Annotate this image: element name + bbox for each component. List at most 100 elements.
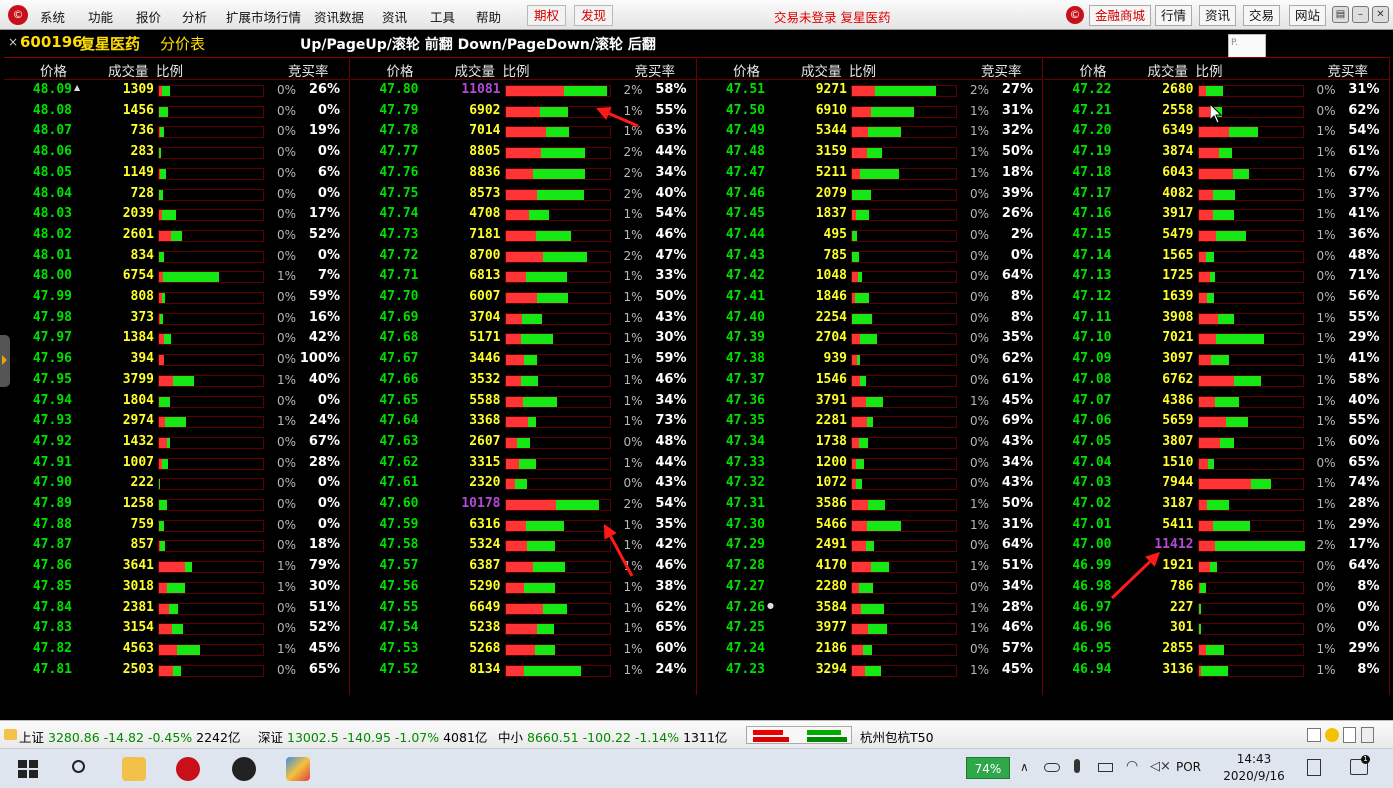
table-row[interactable]: 47.29 2491 0% 64% (697, 535, 1043, 555)
notes-icon[interactable] (1307, 759, 1321, 776)
table-row[interactable]: 47.83 3154 0% 52% (4, 618, 350, 638)
table-row[interactable]: 47.48 3159 1% 50% (697, 142, 1043, 162)
table-row[interactable]: 47.76 8836 2% 34% (351, 163, 697, 183)
table-row[interactable]: 47.20 6349 1% 54% (1044, 121, 1390, 141)
table-row[interactable]: 47.82 4563 1% 45% (4, 639, 350, 659)
table-row[interactable]: 47.18 6043 1% 67% (1044, 163, 1390, 183)
table-row[interactable]: 47.62 3315 1% 44% (351, 453, 697, 473)
menu-quote[interactable]: 报价 (136, 7, 161, 26)
table-row[interactable]: 47.08 6762 1% 58% (1044, 370, 1390, 390)
table-row[interactable]: 47.13 1725 0% 71% (1044, 266, 1390, 286)
table-row[interactable]: 47.55 6649 1% 62% (351, 598, 697, 618)
table-row[interactable]: 47.14 1565 0% 48% (1044, 246, 1390, 266)
table-row[interactable]: 47.11 3908 1% 55% (1044, 308, 1390, 328)
sme-index[interactable]: 中小 8660.51 -100.22 -1.14% 1311亿 (498, 727, 727, 746)
smile-icon[interactable] (1325, 728, 1339, 742)
table-row[interactable]: 47.40 2254 0% 8% (697, 308, 1043, 328)
cloud-icon[interactable] (1044, 763, 1060, 772)
website-button[interactable]: 网站 (1289, 5, 1327, 26)
table-row[interactable]: 47.36 3791 1% 45% (697, 391, 1043, 411)
table-row[interactable]: 47.65 5588 1% 34% (351, 391, 697, 411)
table-row[interactable]: 47.03 7944 1% 74% (1044, 473, 1390, 493)
table-row[interactable]: 47.27 2280 0% 34% (697, 577, 1043, 597)
table-row[interactable]: 47.42 1048 0% 64% (697, 266, 1043, 286)
system-clock[interactable]: 14:43 2020/9/16 (1214, 751, 1294, 785)
file-explorer-icon[interactable] (122, 757, 146, 781)
close-icon[interactable]: ✕ (1372, 6, 1389, 23)
table-row[interactable]: 48.02 2601 0% 52% (4, 225, 350, 245)
close-panel-icon[interactable]: × (8, 35, 18, 49)
notification-icon[interactable]: 1 (1350, 755, 1370, 775)
table-row[interactable]: 47.43 785 0% 0% (697, 246, 1043, 266)
table-row[interactable]: 47.66 3532 1% 46% (351, 370, 697, 390)
table-row[interactable]: 47.71 6813 1% 33% (351, 266, 697, 286)
table-row[interactable]: 47.26 ● 3584 1% 28% (697, 598, 1043, 618)
bid-rate-header[interactable]: 竞买率 (1328, 60, 1369, 80)
table-row[interactable]: 47.72 8700 2% 47% (351, 246, 697, 266)
ratio-header[interactable]: 比例 (503, 60, 530, 80)
table-row[interactable]: 47.89 1258 0% 0% (4, 494, 350, 514)
table-row[interactable]: 47.54 5238 1% 65% (351, 618, 697, 638)
sz-index[interactable]: 深证 13002.5 -140.95 -1.07% 4081亿 (258, 727, 487, 746)
table-row[interactable]: 47.73 7181 1% 46% (351, 225, 697, 245)
finance-mall-button[interactable]: 金融商城 (1089, 5, 1152, 26)
table-row[interactable]: 47.38 939 0% 62% (697, 349, 1043, 369)
volume-icon[interactable]: ◁× (1150, 759, 1171, 774)
window-toggle-icon[interactable] (1307, 728, 1321, 742)
table-row[interactable]: 47.45 1837 0% 26% (697, 204, 1043, 224)
table-row[interactable]: 47.70 6007 1% 50% (351, 287, 697, 307)
news-button[interactable]: 资讯 (1199, 5, 1237, 26)
price-header[interactable]: 价格 (1080, 60, 1107, 80)
table-row[interactable]: 47.32 1072 0% 43% (697, 473, 1043, 493)
table-row[interactable]: 48.00 6754 1% 7% (4, 266, 350, 286)
table-row[interactable]: 48.09 ▲ 1309 0% 26% (4, 80, 350, 100)
windows-start-icon[interactable] (16, 757, 40, 781)
table-row[interactable]: 46.98 786 0% 8% (1044, 577, 1390, 597)
price-header[interactable]: 价格 (40, 60, 67, 80)
table-row[interactable]: 47.31 3586 1% 50% (697, 494, 1043, 514)
table-row[interactable]: 47.92 1432 0% 67% (4, 432, 350, 452)
bid-rate-header[interactable]: 竞买率 (635, 60, 676, 80)
table-row[interactable]: 47.57 6387 1% 46% (351, 556, 697, 576)
table-row[interactable]: 47.88 759 0% 0% (4, 515, 350, 535)
table-row[interactable]: 48.07 736 0% 19% (4, 121, 350, 141)
table-row[interactable]: 47.53 5268 1% 60% (351, 639, 697, 659)
table-row[interactable]: 47.97 1384 0% 42% (4, 328, 350, 348)
table-row[interactable]: 47.87 857 0% 18% (4, 535, 350, 555)
table-row[interactable]: 47.19 3874 1% 61% (1044, 142, 1390, 162)
menu-analysis[interactable]: 分析 (182, 7, 207, 26)
document-icon[interactable] (1343, 727, 1356, 743)
table-row[interactable]: 48.04 728 0% 0% (4, 184, 350, 204)
table-row[interactable]: 48.05 1149 0% 6% (4, 163, 350, 183)
tray-chevron-icon[interactable]: ∧ (1020, 760, 1029, 774)
trade-button[interactable]: 交易 (1243, 5, 1281, 26)
table-row[interactable]: 47.46 2079 0% 39% (697, 184, 1043, 204)
battery-indicator[interactable]: 74% (966, 757, 1010, 779)
price-header[interactable]: 价格 (733, 60, 760, 80)
table-row[interactable]: 47.37 1546 0% 61% (697, 370, 1043, 390)
table-row[interactable]: 47.24 2186 0% 57% (697, 639, 1043, 659)
table-row[interactable]: 47.98 373 0% 16% (4, 308, 350, 328)
table-row[interactable]: 47.61 2320 0% 43% (351, 473, 697, 493)
ratio-header[interactable]: 比例 (156, 60, 183, 80)
table-row[interactable]: 47.47 5211 1% 18% (697, 163, 1043, 183)
table-row[interactable]: 47.33 1200 0% 34% (697, 453, 1043, 473)
window-menu-icon[interactable]: ▤ (1332, 6, 1349, 23)
city-index[interactable]: 杭州包杭T50 (860, 727, 934, 746)
menu-system[interactable]: 系统 (40, 7, 65, 26)
table-row[interactable]: 47.59 6316 1% 35% (351, 515, 697, 535)
ratio-header[interactable]: 比例 (1196, 60, 1223, 80)
bid-rate-header[interactable]: 竞买率 (288, 60, 329, 80)
table-row[interactable]: 47.15 5479 1% 36% (1044, 225, 1390, 245)
table-row[interactable]: 47.64 3368 1% 73% (351, 411, 697, 431)
table-row[interactable]: 47.95 3799 1% 40% (4, 370, 350, 390)
table-row[interactable]: 47.52 8134 1% 24% (351, 660, 697, 680)
bid-rate-header[interactable]: 竞买率 (981, 60, 1022, 80)
table-row[interactable]: 47.91 1007 0% 28% (4, 453, 350, 473)
table-row[interactable]: 47.86 3641 1% 79% (4, 556, 350, 576)
table-row[interactable]: 47.84 2381 0% 51% (4, 598, 350, 618)
table-row[interactable]: 47.63 2607 0% 48% (351, 432, 697, 452)
table-row[interactable]: 47.77 8805 2% 44% (351, 142, 697, 162)
table-row[interactable]: 47.79 6902 1% 55% (351, 101, 697, 121)
table-row[interactable]: 47.06 5659 1% 55% (1044, 411, 1390, 431)
